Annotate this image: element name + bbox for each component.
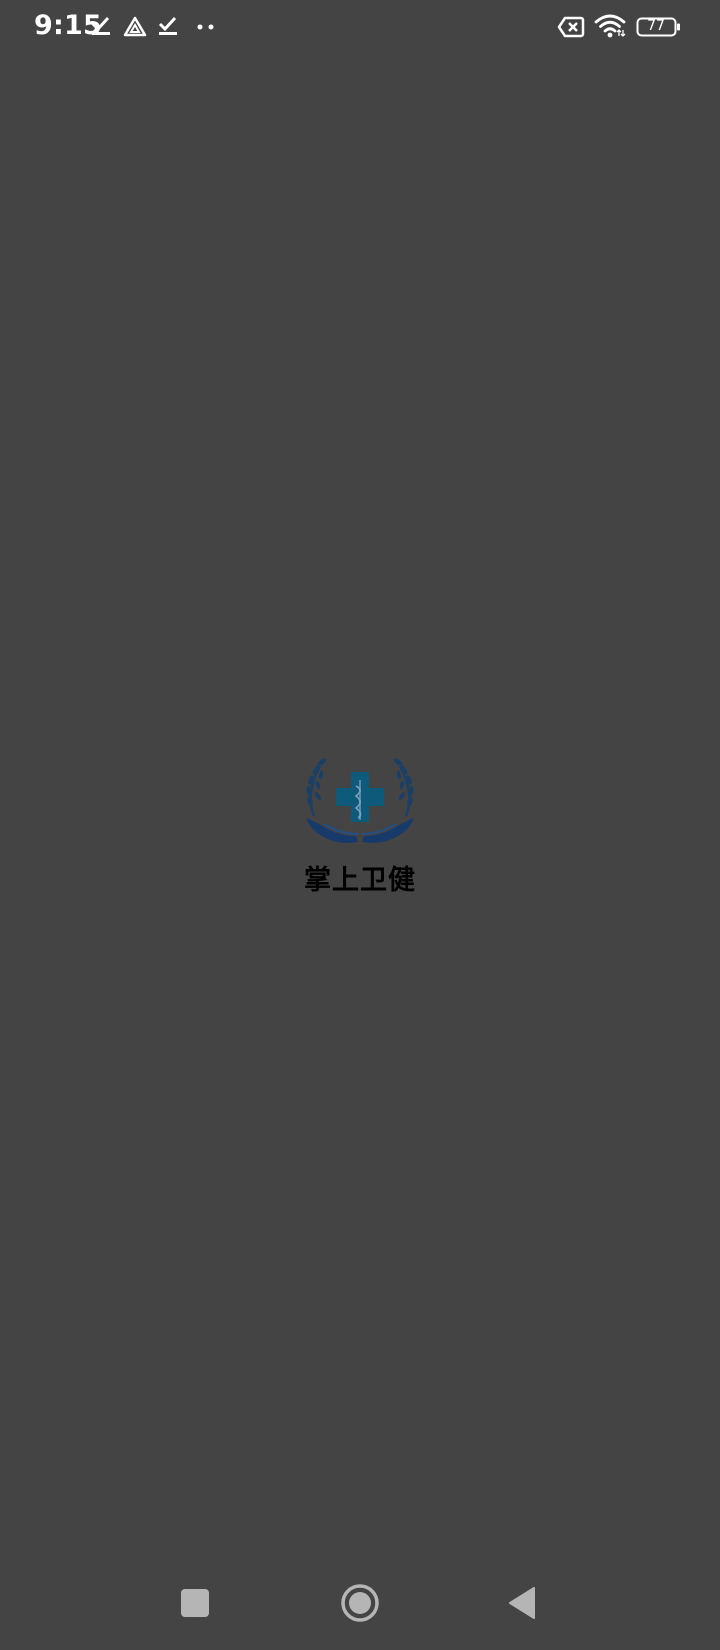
app-name: 掌上卫健	[304, 865, 416, 896]
checkmark-download-icon	[158, 16, 177, 35]
circle-icon	[341, 1584, 379, 1622]
back-button[interactable]	[507, 1586, 537, 1620]
triangle-warning-icon	[123, 16, 147, 37]
home-button[interactable]	[340, 1583, 380, 1623]
more-dots-icon	[197, 24, 214, 30]
checkmark-download-icon	[91, 16, 110, 35]
square-icon	[181, 1589, 209, 1617]
recents-button[interactable]	[180, 1588, 210, 1618]
medical-cross-hands-logo	[306, 758, 414, 843]
splash-screen: 9:15 77 掌上卫健	[0, 0, 720, 1650]
back-triangle-icon	[509, 1587, 535, 1619]
battery-level: 77	[647, 18, 665, 34]
wifi-icon	[594, 14, 626, 38]
battery-icon: 77	[636, 17, 682, 37]
status-bar: 9:15 77	[0, 0, 720, 56]
no-sim-icon	[557, 16, 585, 38]
